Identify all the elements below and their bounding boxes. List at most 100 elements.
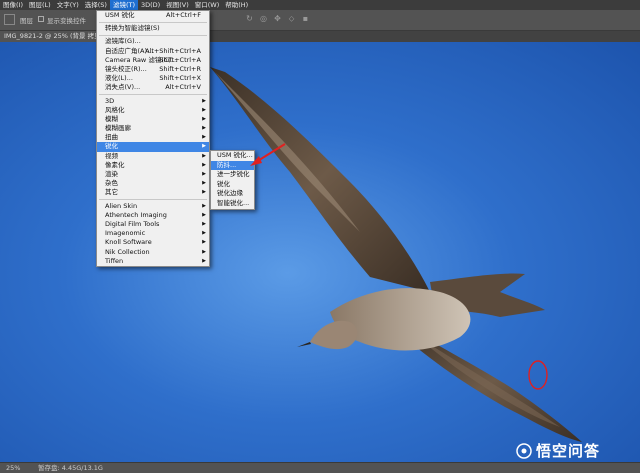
menu-3[interactable]: 选择(S) bbox=[82, 0, 110, 10]
filter-menu-item-shortcut: Alt+Shift+Ctrl+A bbox=[145, 46, 201, 55]
filter-menu-item-label: 模糊 bbox=[105, 114, 118, 123]
watermark-text: 悟空问答 bbox=[536, 442, 601, 460]
submenu-arrow-icon: ▶ bbox=[202, 143, 206, 150]
menu-bar: 图像(I) 图层(L) 文字(Y) 选择(S) 滤镜(T) 3D(D) 视图(V) 窗口(W)… bbox=[0, 0, 640, 10]
filter-menu-item-label: 渲染 bbox=[105, 170, 118, 178]
filter-menu-item[interactable]: Alien Skin ▶ bbox=[97, 202, 209, 211]
transform-controls-checkbox[interactable] bbox=[38, 16, 44, 22]
sharpen-submenu-item[interactable]: 进一步锐化 bbox=[211, 170, 254, 180]
filter-menu-item[interactable]: 消失点(V)... Alt+Ctrl+V bbox=[97, 83, 209, 92]
sharpen-submenu-item[interactable]: 锐化 bbox=[211, 180, 254, 190]
sharpen-submenu-item[interactable]: 防抖... bbox=[211, 160, 254, 171]
mode-select[interactable]: 图层 bbox=[20, 15, 33, 25]
filter-menu-item-label: 滤镜库(G)... bbox=[105, 37, 141, 46]
filter-menu-item-label: Imagenomic bbox=[105, 229, 146, 238]
rotate-3d-icon[interactable]: ↻ bbox=[245, 14, 254, 23]
filter-menu-item[interactable]: Digital Film Tools ▶ bbox=[97, 220, 209, 229]
filter-menu-item[interactable]: Athentech Imaging ▶ bbox=[97, 211, 209, 220]
menu-8[interactable]: 帮助(H) bbox=[222, 0, 251, 10]
menu-5[interactable]: 3D(D) bbox=[138, 0, 163, 10]
filter-menu-item[interactable]: Camera Raw 滤镜(C)... Shift+Ctrl+A bbox=[97, 56, 209, 65]
filter-menu-item-label: 扭曲 bbox=[105, 133, 118, 142]
filter-menu-item-shortcut: Shift+Ctrl+R bbox=[159, 64, 201, 73]
filter-menu: USM 锐化 Alt+Ctrl+F 转换为智能滤镜(S) 滤镜库(G)... 自适应广角… bbox=[96, 10, 210, 267]
filter-menu-item[interactable]: 风格化 ▶ bbox=[97, 106, 209, 115]
filter-menu-item-shortcut: Alt+Ctrl+V bbox=[165, 83, 201, 92]
filter-menu-item[interactable]: 其它 ▶ bbox=[97, 188, 209, 197]
menu-separator bbox=[99, 94, 207, 95]
sharpen-submenu-item[interactable]: 智能锐化... bbox=[211, 199, 254, 209]
submenu-arrow-icon: ▶ bbox=[202, 230, 206, 237]
submenu-arrow-icon: ▶ bbox=[202, 115, 206, 122]
menu-separator bbox=[99, 21, 207, 23]
filter-menu-item[interactable]: 自适应广角(A)... Alt+Shift+Ctrl+A bbox=[97, 47, 209, 56]
filter-menu-item-shortcut: Shift+Ctrl+A bbox=[159, 55, 201, 64]
filter-menu-item[interactable]: Tiffen ▶ bbox=[97, 257, 209, 266]
roll-3d-icon[interactable]: ◎ bbox=[259, 14, 268, 23]
filter-menu-item[interactable]: 滤镜库(G)... bbox=[97, 37, 209, 46]
submenu-arrow-icon: ▶ bbox=[202, 239, 206, 246]
pan-3d-icon[interactable]: ✥ bbox=[273, 14, 282, 23]
filter-menu-item[interactable]: 模糊 ▶ bbox=[97, 115, 209, 124]
scale-3d-icon[interactable]: ▪ bbox=[301, 14, 310, 23]
filter-menu-item[interactable]: 模糊画廊 ▶ bbox=[97, 124, 209, 133]
submenu-arrow-icon: ▶ bbox=[202, 134, 206, 141]
submenu-arrow-icon: ▶ bbox=[202, 189, 206, 196]
3d-mode-icons: ↻ ◎ ✥ ⬦ ▪ bbox=[245, 14, 310, 23]
filter-menu-item-shortcut: Shift+Ctrl+X bbox=[159, 74, 201, 83]
sharpen-submenu-item[interactable]: USM 锐化... bbox=[211, 151, 254, 161]
filter-menu-item[interactable]: 3D ▶ bbox=[97, 97, 209, 106]
menu-2[interactable]: 文字(Y) bbox=[54, 0, 82, 10]
menu-0[interactable]: 图像(I) bbox=[0, 0, 26, 10]
menu-1[interactable]: 图层(L) bbox=[26, 0, 54, 10]
document-tab-label: IMG_9821-2 @ 25% (背景 拷贝, R bbox=[4, 32, 110, 40]
submenu-arrow-icon: ▶ bbox=[202, 180, 206, 187]
submenu-arrow-icon: ▶ bbox=[202, 125, 206, 132]
transform-controls-label: 显示变换控件 bbox=[47, 17, 86, 25]
submenu-arrow-icon: ▶ bbox=[202, 220, 206, 227]
filter-menu-item-label: 模糊画廊 bbox=[105, 124, 131, 133]
status-bar: 25% 暂存盘: 4.45G/13.1G bbox=[0, 462, 640, 473]
menu-6[interactable]: 视图(V) bbox=[163, 0, 192, 10]
filter-menu-item-label: 转换为智能滤镜(S) bbox=[105, 24, 160, 33]
filter-menu-item[interactable]: 渲染 ▶ bbox=[97, 170, 209, 179]
filter-menu-item[interactable]: 像素化 ▶ bbox=[97, 161, 209, 170]
move-tool-icon[interactable] bbox=[4, 14, 15, 25]
filter-menu-item[interactable]: 转换为智能滤镜(S) bbox=[97, 24, 209, 33]
filter-menu-item-label: 视频 bbox=[105, 151, 118, 160]
submenu-arrow-icon: ▶ bbox=[202, 171, 206, 177]
filter-menu-item[interactable]: Nik Collection ▶ bbox=[97, 248, 209, 257]
filter-menu-item-label: Athentech Imaging bbox=[105, 210, 167, 219]
filter-menu-item[interactable]: 镜头校正(R)... Shift+Ctrl+R bbox=[97, 65, 209, 74]
filter-menu-item-shortcut: Alt+Ctrl+F bbox=[166, 11, 201, 19]
filter-menu-item[interactable]: USM 锐化 Alt+Ctrl+F bbox=[97, 11, 209, 20]
filter-menu-item[interactable]: 视频 ▶ bbox=[97, 152, 209, 161]
menu-4[interactable]: 滤镜(T) bbox=[109, 0, 138, 10]
filter-menu-item-label: Alien Skin bbox=[105, 201, 138, 210]
submenu-arrow-icon: ▶ bbox=[202, 152, 206, 159]
filter-menu-item-label: 杂色 bbox=[105, 179, 118, 188]
sharpen-submenu-item[interactable]: 锐化边缘 bbox=[211, 189, 254, 199]
filter-menu-item-label: 镜头校正(R)... bbox=[105, 64, 147, 73]
submenu-arrow-icon: ▶ bbox=[202, 161, 206, 168]
submenu-arrow-icon: ▶ bbox=[202, 106, 206, 113]
submenu-arrow-icon: ▶ bbox=[202, 202, 206, 209]
filter-menu-item-label: Digital Film Tools bbox=[105, 219, 160, 228]
submenu-arrow-icon: ▶ bbox=[202, 248, 206, 255]
menu-separator bbox=[99, 199, 207, 201]
filter-menu-item-label: 液化(L)... bbox=[105, 74, 133, 83]
filter-menu-item[interactable]: Knoll Software ▶ bbox=[97, 238, 209, 247]
filter-menu-item-label: 其它 bbox=[105, 188, 118, 197]
slide-3d-icon[interactable]: ⬦ bbox=[287, 14, 296, 23]
sharpen-submenu: USM 锐化... 防抖... 进一步锐化 锐化 锐化边缘 智能锐化... bbox=[210, 150, 255, 210]
filter-menu-item[interactable]: 杂色 ▶ bbox=[97, 179, 209, 188]
filter-menu-item[interactable]: 锐化 ▶ bbox=[97, 142, 209, 152]
filter-menu-item[interactable]: Imagenomic ▶ bbox=[97, 229, 209, 238]
watermark: 悟空问答 bbox=[516, 440, 600, 461]
submenu-arrow-icon: ▶ bbox=[202, 97, 206, 104]
filter-menu-item-label: 3D bbox=[105, 96, 115, 105]
filter-menu-item-label: Nik Collection bbox=[105, 247, 150, 256]
filter-menu-item[interactable]: 液化(L)... Shift+Ctrl+X bbox=[97, 74, 209, 83]
menu-7[interactable]: 窗口(W) bbox=[192, 0, 223, 10]
filter-menu-item-label: 风格化 bbox=[105, 105, 125, 114]
